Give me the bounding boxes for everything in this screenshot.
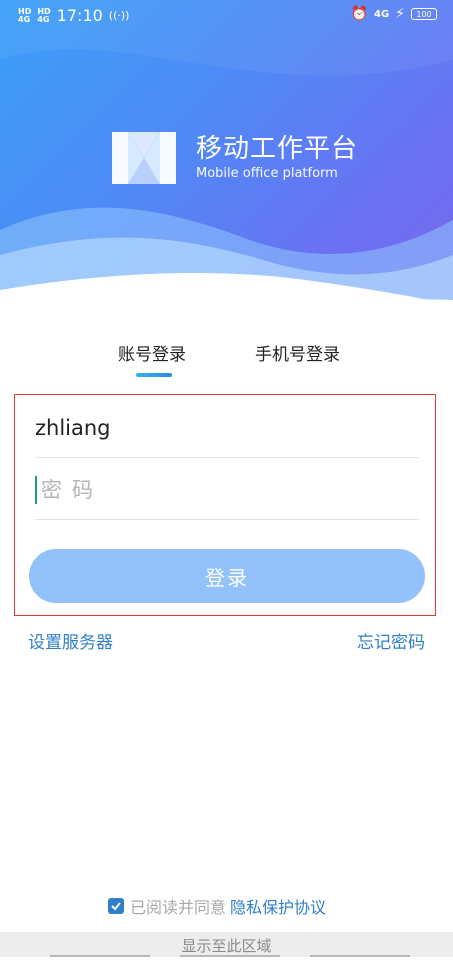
active-tab-indicator [136,373,172,377]
login-button[interactable]: 登录 [29,549,425,603]
agreement-row: 已阅读并同意 隐私保护协议 [108,894,326,918]
forgot-password-link[interactable]: 忘记密码 [357,628,425,653]
checkmark-icon [111,902,121,911]
agreement-text: 已阅读并同意 [130,898,227,917]
alarm-icon: ⏰ [350,6,368,22]
username-input[interactable] [35,399,419,457]
agreement-checkbox[interactable] [108,898,124,914]
password-field-row [35,461,425,520]
login-form: 登录 [14,394,436,616]
charging-icon: ⚡ [395,6,405,22]
password-input[interactable] [35,461,425,519]
display-area-hint: 显示至此区域 [181,937,272,955]
app-brand: 移动工作平台 Mobile office platform [112,132,358,184]
tab-phone-login[interactable]: 手机号登录 [255,340,340,365]
bottom-area: 显示至此区域 [0,932,453,957]
app-logo-icon [112,132,176,184]
battery-icon: 100 [411,8,437,20]
network-type: 4G [373,8,390,20]
username-field-row [35,399,419,458]
clock-time: 17:10 [56,6,103,25]
signal-icon: HD 4G [37,6,51,24]
tab-account-login[interactable]: 账号登录 [118,340,186,365]
nfc-icon: ((·)) [108,9,130,22]
status-bar: HD 4G HD 4G 17:10 ((·)) ⏰ 4G ⚡ 100 [0,0,453,34]
header-banner: HD 4G HD 4G 17:10 ((·)) ⏰ 4G ⚡ 100 移动工作平台 [0,0,453,320]
app-title: 移动工作平台 [196,134,359,164]
app-subtitle: Mobile office platform [196,166,338,181]
privacy-policy-link[interactable]: 隐私保护协议 [230,894,326,918]
login-tabs: 账号登录 手机号登录 [0,340,453,380]
set-server-link[interactable]: 设置服务器 [28,628,113,653]
text-cursor [35,476,37,504]
signal-icon: HD 4G [18,6,32,24]
